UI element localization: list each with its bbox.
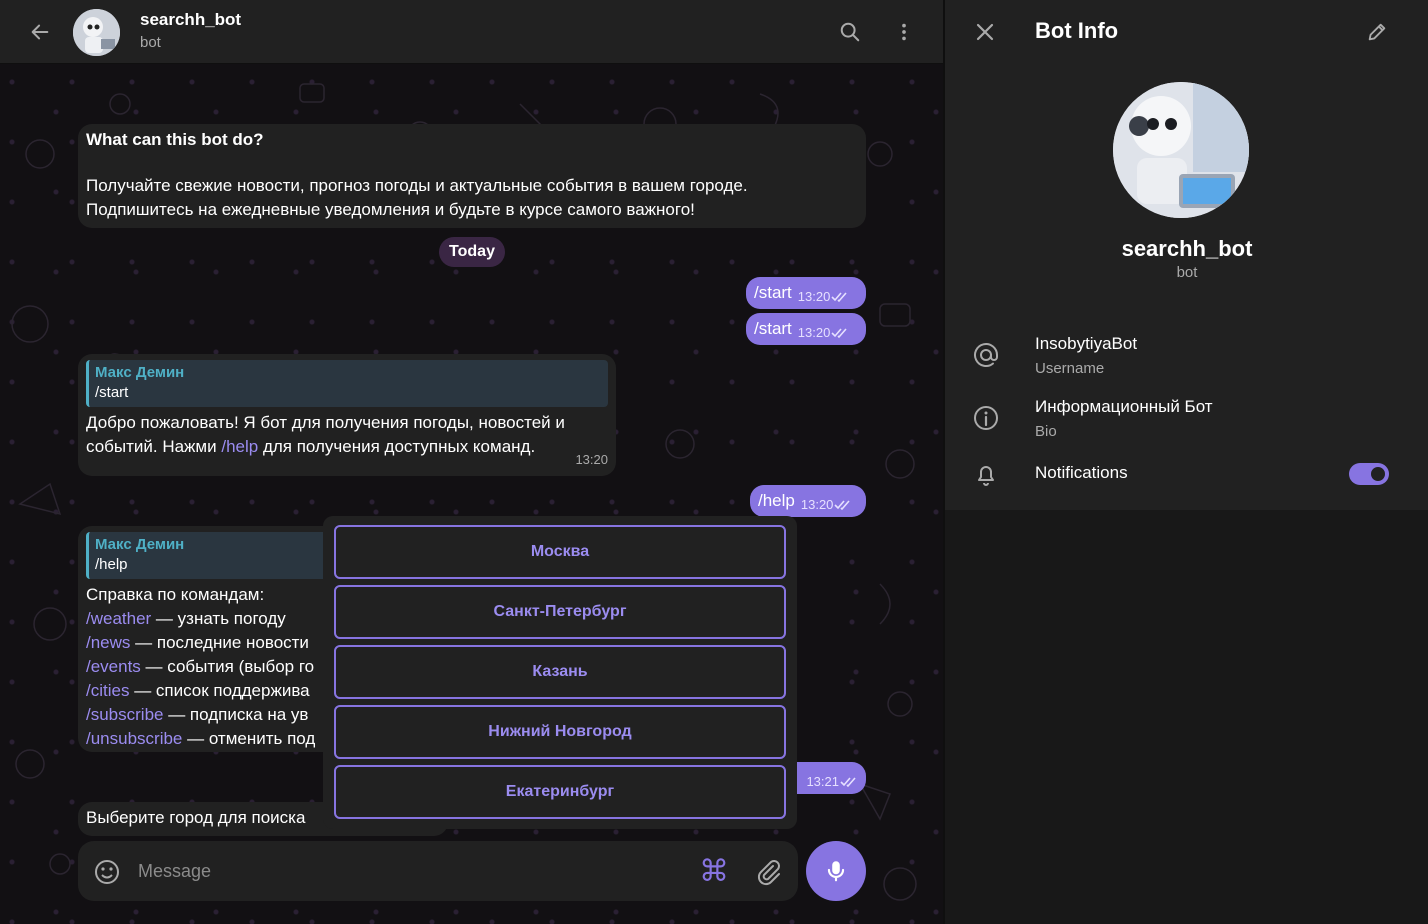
command-description: — подписка на ув <box>163 705 309 724</box>
help-command-link[interactable]: /help <box>221 437 258 456</box>
telegram-window: searchh_bot bot What can this bot do? По… <box>0 0 1428 924</box>
message-text: /start <box>754 319 792 338</box>
keyboard-button-moscow[interactable]: Москва <box>334 525 786 579</box>
notifications-toggle[interactable] <box>1349 463 1389 485</box>
panel-title: Bot Info <box>1035 18 1119 43</box>
close-icon <box>976 23 994 41</box>
outgoing-message[interactable]: /start 13:20 <box>746 313 866 345</box>
bot-description-line-1: Получайте свежие новости, прогноз погоды… <box>86 176 748 195</box>
command-description: — последние новости <box>130 633 309 652</box>
command-link[interactable]: /cities <box>86 681 129 700</box>
command-description: — отменить под <box>182 729 316 748</box>
back-button[interactable] <box>22 14 58 50</box>
reply-text: /start <box>95 384 129 401</box>
command-description: — узнать погоду <box>151 609 286 628</box>
double-check-icon <box>834 500 851 511</box>
bot-name: searchh_bot <box>1121 236 1253 261</box>
search-icon <box>840 22 860 42</box>
outgoing-message[interactable]: /start 13:20 <box>746 277 866 309</box>
username-row[interactable]: InsobytiyaBot Username <box>945 328 1428 384</box>
edit-button[interactable] <box>1359 14 1395 50</box>
message-time-text: 13:20 <box>797 289 831 304</box>
chat-column: searchh_bot bot What can this bot do? По… <box>0 0 943 924</box>
command-link[interactable]: /news <box>86 633 130 652</box>
message-time: 13:20 <box>801 493 853 517</box>
reply-quote[interactable]: Макс Демин /start <box>86 360 608 407</box>
message-time: 13:20 <box>575 452 608 467</box>
message-time-text: 13:20 <box>800 497 834 512</box>
message-time-text: 13:21 <box>806 774 839 789</box>
notifications-row[interactable]: Notifications <box>945 447 1428 503</box>
command-link[interactable]: /events <box>86 657 141 676</box>
username-label: Username <box>1035 360 1105 377</box>
smile-icon <box>95 860 119 884</box>
command-icon: ⌘ <box>699 854 729 888</box>
chat-subtitle: bot <box>140 34 161 51</box>
reply-author: Макс Демин <box>95 364 185 381</box>
bot-avatar-large[interactable] <box>1113 82 1249 218</box>
message-line-2: событий. Нажми /help для получения досту… <box>86 435 608 459</box>
double-check-icon <box>840 777 856 788</box>
incoming-message[interactable]: Макс Демин /start Добро пожаловать! Я бо… <box>78 354 616 476</box>
attach-button[interactable] <box>752 855 784 887</box>
more-vertical-icon <box>902 23 906 41</box>
more-menu-button[interactable] <box>886 14 922 50</box>
info-icon <box>974 406 998 430</box>
message-text: для получения доступных команд. <box>258 437 536 456</box>
command-link[interactable]: /weather <box>86 609 151 628</box>
message-time-text: 13:20 <box>797 325 831 340</box>
search-button[interactable] <box>832 14 868 50</box>
message-time: 13:21 <box>806 770 858 794</box>
bio-value: Информационный Бот <box>1035 397 1213 416</box>
pencil-icon <box>1368 23 1386 41</box>
double-check-icon <box>831 328 847 339</box>
command-description: — список поддержива <box>129 681 310 700</box>
emoji-button[interactable] <box>92 857 122 887</box>
bell-icon <box>978 466 994 486</box>
outgoing-message[interactable]: /help 13:20 <box>750 485 866 517</box>
keyboard-button-nizhny-novgorod[interactable]: Нижний Новгород <box>334 705 786 759</box>
command-description: — события (выбор го <box>140 657 315 676</box>
bot-info-card: Bot Info searchh_bot bot InsobytiyaBot U… <box>945 0 1428 510</box>
bot-keyboard: Москва Санкт-Петербург Казань Нижний Нов… <box>323 516 797 829</box>
bot-description-title: What can this bot do? <box>86 130 264 149</box>
paperclip-icon <box>757 860 780 886</box>
username-value: InsobytiyaBot <box>1035 334 1138 353</box>
keyboard-button-yekaterinburg[interactable]: Екатеринбург <box>334 765 786 819</box>
message-text: /help <box>758 491 795 510</box>
bot-role: bot <box>1176 264 1198 281</box>
bot-avatar[interactable] <box>73 9 120 56</box>
message-line-1: Добро пожаловать! Я бот для получения по… <box>86 413 565 432</box>
date-separator[interactable]: Today <box>439 237 505 267</box>
message-composer: ⌘ <box>78 841 798 901</box>
toggle-knob <box>1369 465 1387 483</box>
message-text: событий. Нажми <box>86 437 222 456</box>
keyboard-button-kazan[interactable]: Казань <box>334 645 786 699</box>
message-input[interactable] <box>138 857 678 885</box>
bio-label: Bio <box>1035 423 1057 440</box>
at-sign-icon <box>974 343 998 367</box>
message-time: 13:20 <box>798 285 850 309</box>
back-arrow-icon <box>31 24 49 40</box>
chat-header: searchh_bot bot <box>0 0 943 64</box>
bot-description-bubble: What can this bot do? Получайте свежие н… <box>78 124 866 228</box>
close-button[interactable] <box>967 14 1003 50</box>
bio-row[interactable]: Информационный Бот Bio <box>945 391 1428 447</box>
keyboard-button-saint-petersburg[interactable]: Санкт-Петербург <box>334 585 786 639</box>
bot-info-panel: Bot Info searchh_bot bot InsobytiyaBot U… <box>944 0 1428 924</box>
voice-record-button[interactable] <box>806 841 866 901</box>
notifications-label: Notifications <box>1035 463 1128 482</box>
message-time: 13:20 <box>798 321 850 345</box>
double-check-icon <box>831 292 847 303</box>
microphone-icon <box>827 861 845 882</box>
message-text: Выберите город для поиска <box>86 808 306 827</box>
command-link[interactable]: /unsubscribe <box>86 729 182 748</box>
bot-description-line-2: Подпишитесь на ежедневные уведомления и … <box>86 200 695 219</box>
chat-title[interactable]: searchh_bot <box>140 10 241 30</box>
message-text: /start <box>754 283 792 302</box>
bot-commands-button[interactable]: ⌘ <box>698 854 730 888</box>
command-link[interactable]: /subscribe <box>86 705 163 724</box>
